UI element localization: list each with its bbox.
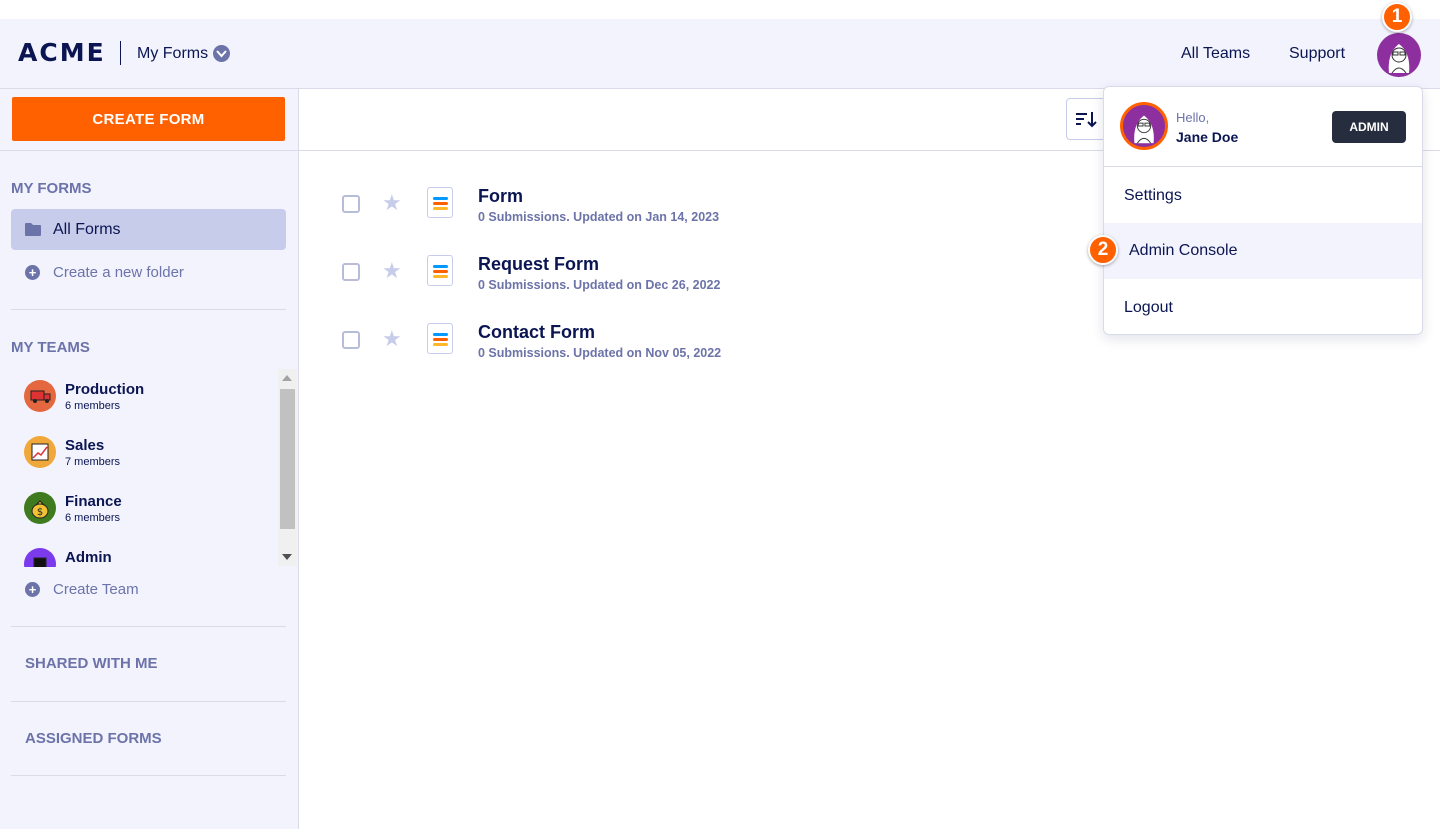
team-admin[interactable]: Admin <box>24 548 264 567</box>
app-header: ACME My Forms All Teams Support <box>0 19 1440 89</box>
create-folder-label: Create a new folder <box>53 264 184 281</box>
my-forms-heading: MY FORMS <box>11 180 92 197</box>
user-avatar <box>1120 102 1168 150</box>
truck-icon <box>24 380 56 412</box>
sidebar-item-all-forms[interactable]: All Forms <box>11 209 286 250</box>
menu-item-settings[interactable]: Settings <box>1104 168 1422 224</box>
team-members: 7 members <box>65 456 121 468</box>
my-teams-heading: MY TEAMS <box>11 339 90 356</box>
team-production[interactable]: Production 6 members <box>24 380 264 420</box>
sidebar-divider <box>11 775 286 776</box>
star-icon[interactable]: ★ <box>382 190 402 216</box>
sidebar-divider <box>0 150 299 151</box>
form-title[interactable]: Contact Form <box>478 322 595 343</box>
form-meta: 0 Submissions. Updated on Dec 26, 2022 <box>478 278 721 292</box>
form-row[interactable]: ★ Form 0 Submissions. Updated on Jan 14,… <box>299 183 1099 233</box>
menu-item-label: Admin Console <box>1129 242 1238 259</box>
nav-support[interactable]: Support <box>1289 45 1345 63</box>
avatar-face-icon <box>1134 115 1154 144</box>
admin-badge[interactable]: ADMIN <box>1332 111 1406 143</box>
star-icon[interactable]: ★ <box>382 258 402 284</box>
step-badge-1: 1 <box>1382 2 1412 32</box>
team-name: Sales <box>65 437 105 454</box>
menu-divider <box>1104 166 1422 167</box>
scroll-down-arrow-icon[interactable] <box>282 554 292 560</box>
user-menu-dropdown: Hello, Jane Doe ADMIN Settings Admin Con… <box>1103 86 1423 335</box>
chart-icon <box>24 436 56 468</box>
greeting: Hello, <box>1176 110 1210 125</box>
shared-with-me-link[interactable]: SHARED WITH ME <box>25 655 158 672</box>
step-badge-2: 2 <box>1088 235 1118 265</box>
menu-item-logout[interactable]: Logout <box>1104 280 1422 336</box>
form-icon <box>427 255 453 286</box>
form-checkbox[interactable] <box>342 331 360 349</box>
acme-logo[interactable]: ACME <box>18 38 106 67</box>
team-members: 6 members <box>65 512 121 524</box>
user-name: Jane Doe <box>1176 129 1239 145</box>
sort-icon <box>1076 112 1097 128</box>
create-form-button[interactable]: CREATE FORM <box>12 97 285 141</box>
header-divider <box>120 41 121 65</box>
form-row[interactable]: ★ Request Form 0 Submissions. Updated on… <box>299 251 1099 301</box>
menu-item-label: Settings <box>1124 187 1182 204</box>
form-icon <box>427 187 453 218</box>
teams-list: Production 6 members Sales 7 members $ F… <box>11 369 297 567</box>
avatar-face-icon <box>1388 44 1410 74</box>
form-row[interactable]: ★ Contact Form 0 Submissions. Updated on… <box>299 319 1099 369</box>
user-avatar-button[interactable] <box>1377 33 1421 77</box>
folder-icon <box>25 223 41 236</box>
nav-all-teams[interactable]: All Teams <box>1181 45 1250 63</box>
form-meta: 0 Submissions. Updated on Jan 14, 2023 <box>478 210 720 224</box>
team-name: Admin <box>65 549 112 566</box>
create-team-label: Create Team <box>53 581 139 598</box>
scroll-up-arrow-icon[interactable] <box>282 375 292 381</box>
money-bag-icon: $ <box>24 492 56 524</box>
team-name: Finance <box>65 493 122 510</box>
plus-icon: + <box>25 265 40 280</box>
team-sales[interactable]: Sales 7 members <box>24 436 264 476</box>
scrollbar-thumb[interactable] <box>280 389 295 529</box>
plus-icon: + <box>25 582 40 597</box>
assigned-forms-link[interactable]: ASSIGNED FORMS <box>25 730 162 747</box>
teams-scrollbar[interactable] <box>278 369 297 566</box>
form-icon <box>427 323 453 354</box>
form-checkbox[interactable] <box>342 263 360 281</box>
sort-button[interactable] <box>1066 98 1106 140</box>
page-title[interactable]: My Forms <box>137 45 208 63</box>
sidebar-divider <box>11 626 286 627</box>
team-name: Production <box>65 381 145 398</box>
monitor-icon <box>24 548 56 567</box>
form-meta: 0 Submissions. Updated on Nov 05, 2022 <box>478 346 722 360</box>
form-title[interactable]: Form <box>478 186 523 207</box>
team-members: 6 members <box>65 400 121 412</box>
sidebar-divider <box>11 701 286 702</box>
sidebar-divider <box>11 309 286 310</box>
star-icon[interactable]: ★ <box>382 326 402 352</box>
top-strip <box>0 0 1440 19</box>
form-title[interactable]: Request Form <box>478 254 599 275</box>
form-checkbox[interactable] <box>342 195 360 213</box>
sidebar-item-label: All Forms <box>53 221 121 238</box>
menu-item-label: Logout <box>1124 299 1173 316</box>
team-finance[interactable]: $ Finance 6 members <box>24 492 264 532</box>
svg-text:$: $ <box>37 507 43 518</box>
chevron-down-icon[interactable] <box>213 45 230 62</box>
menu-item-admin-console[interactable]: Admin Console <box>1104 223 1422 279</box>
